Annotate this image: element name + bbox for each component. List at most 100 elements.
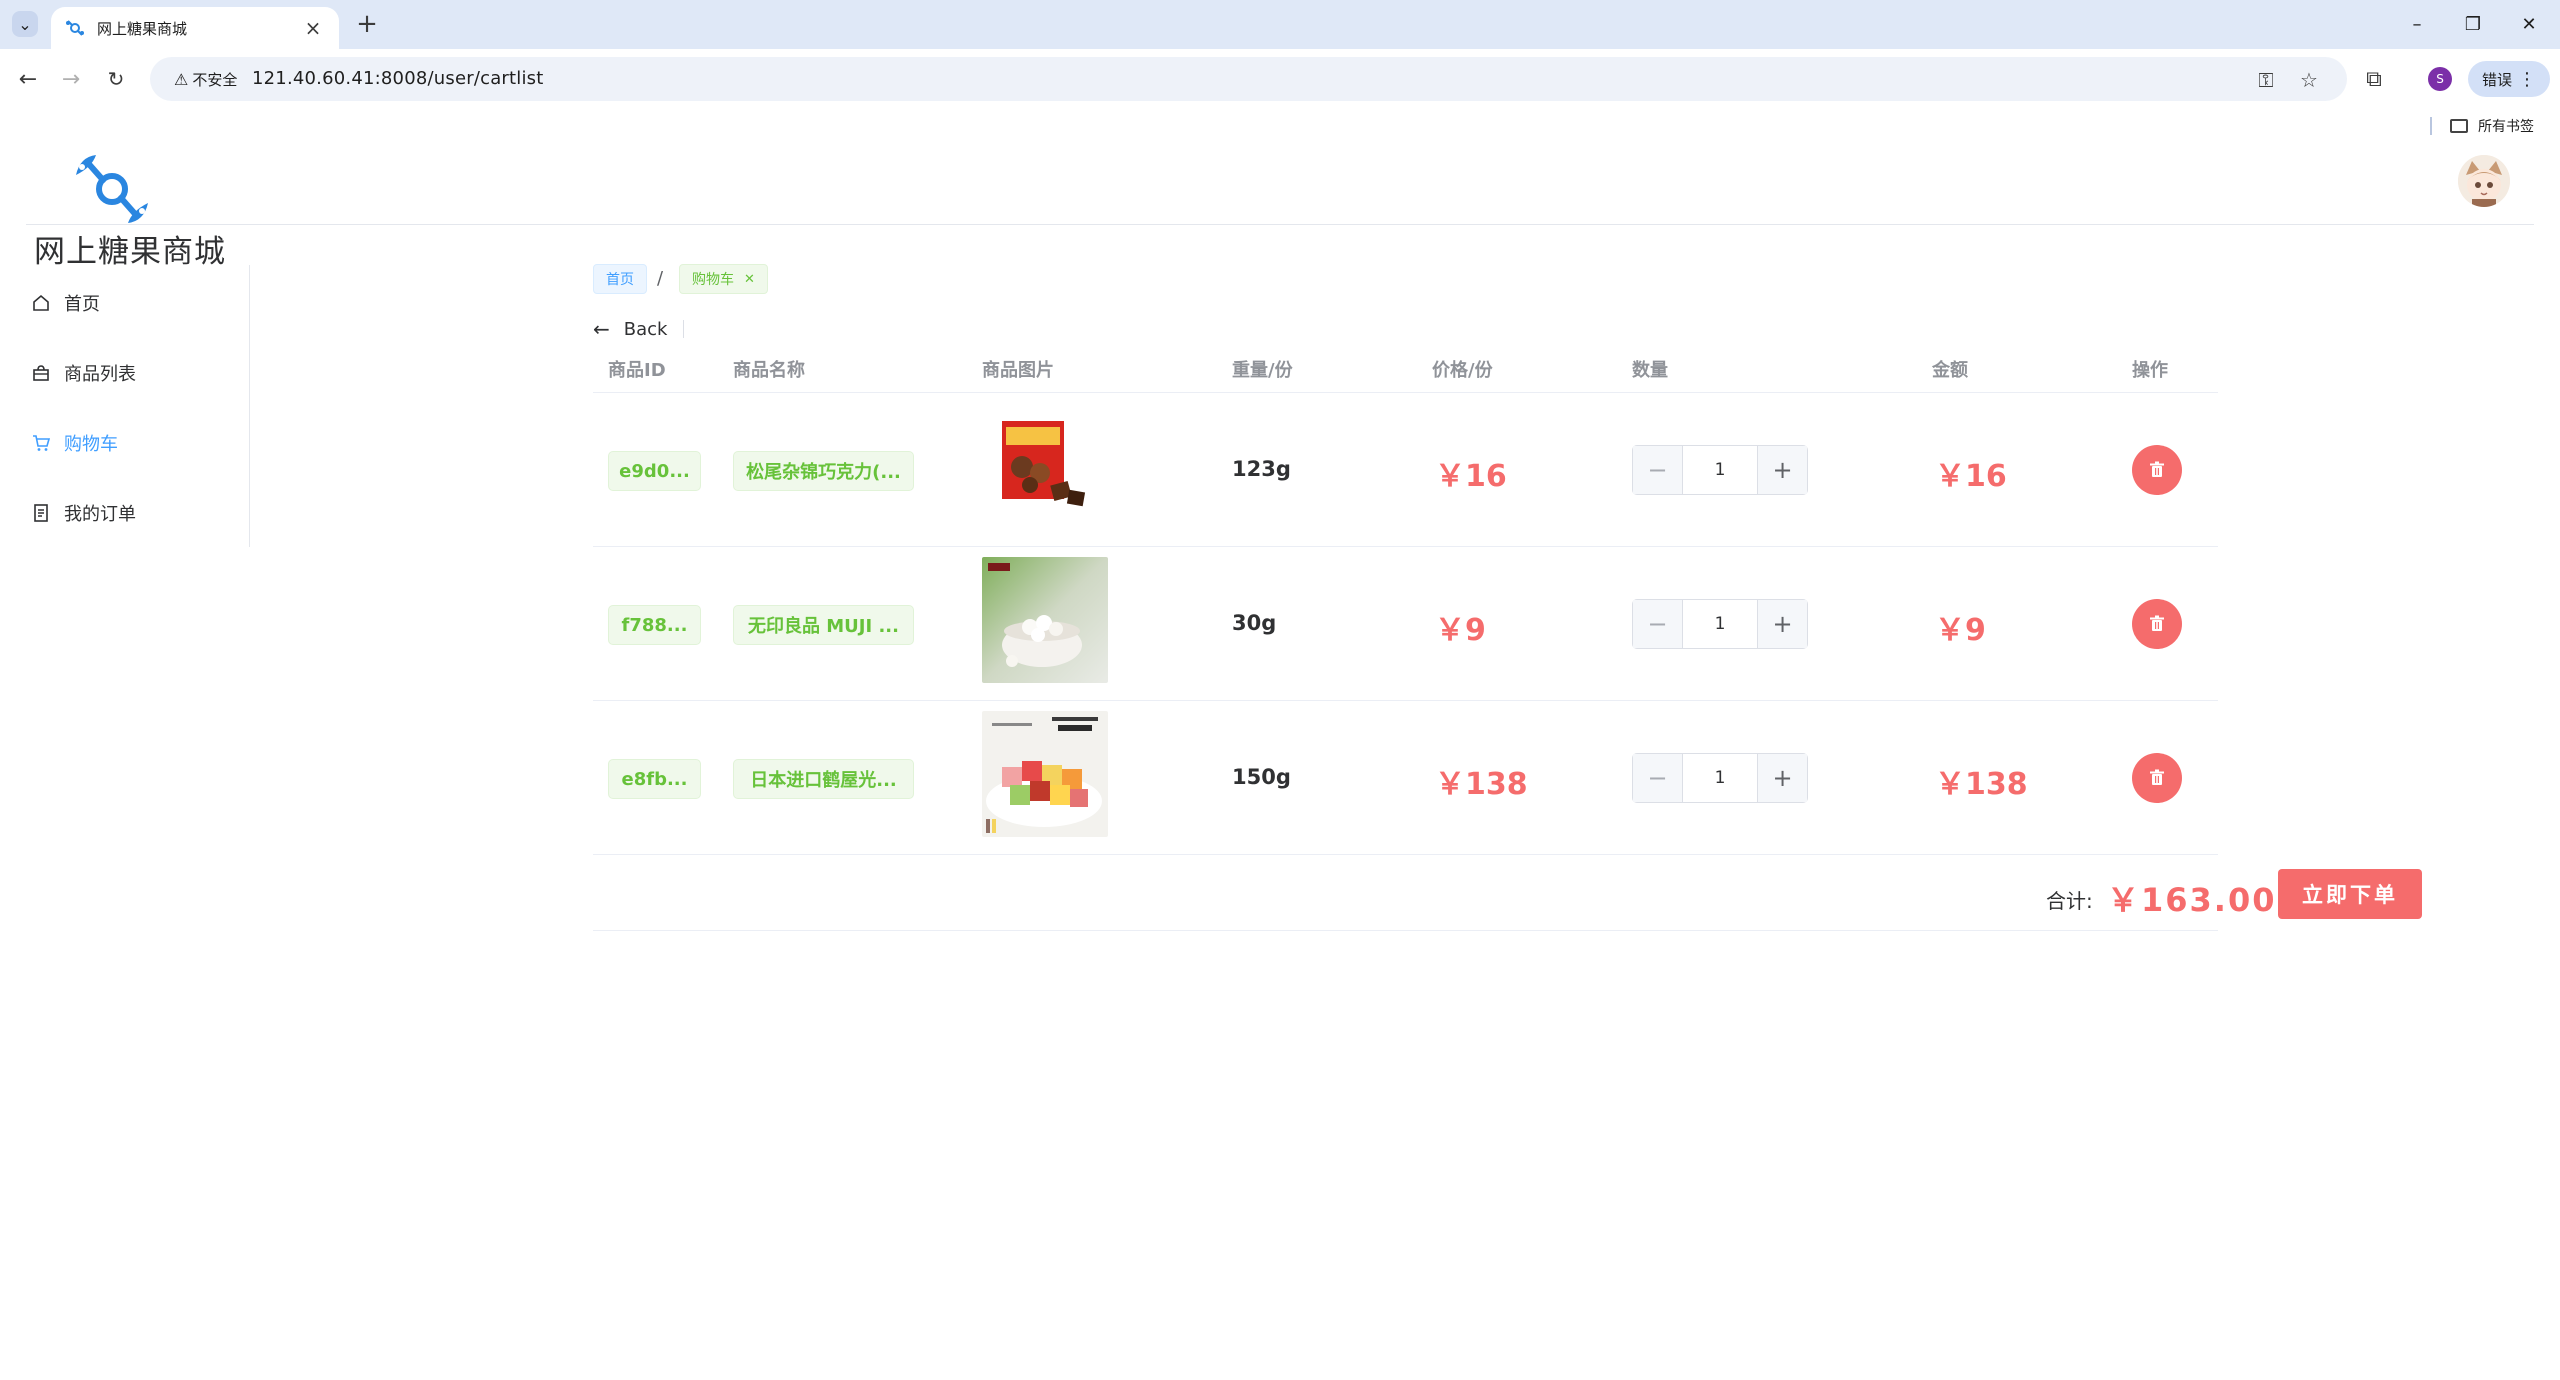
breadcrumb-home-tag[interactable]: 首页 <box>593 264 647 294</box>
tab-close-icon[interactable]: × <box>301 16 325 40</box>
delete-button[interactable] <box>2132 445 2182 495</box>
header-price: 价格/份 <box>1432 360 1493 381</box>
warning-triangle-icon: ⚠ <box>174 69 189 89</box>
cart-table: 商品ID 商品名称 商品图片 重量/份 价格/份 数量 金额 操作 e9d0..… <box>593 348 2422 931</box>
product-name-tag: 无印良品 MUJI ... <box>733 605 914 645</box>
sidebar-item-label: 我的订单 <box>64 504 136 525</box>
quantity-stepper: − 1 + <box>1632 753 1808 803</box>
header-product-name: 商品名称 <box>733 360 805 381</box>
line-amount: ￥138 <box>1935 767 2028 802</box>
bookmarks-folder-label: 所有书签 <box>2478 119 2534 135</box>
browser-tab[interactable]: 网上糖果商城 × <box>51 7 339 49</box>
product-weight: 123g <box>1232 457 1291 481</box>
error-label: 错误 <box>2481 70 2512 89</box>
product-image[interactable] <box>982 403 1108 529</box>
table-row: e9d0... 松尾杂锦巧克力(... 123g ￥16 − 1 + ￥16 <box>593 393 2218 547</box>
home-icon <box>30 292 52 314</box>
user-avatar[interactable] <box>2458 155 2510 207</box>
reload-icon[interactable]: ↻ <box>101 64 131 94</box>
url-text[interactable]: 121.40.60.41:8008/user/cartlist <box>252 68 544 89</box>
table-header: 商品ID 商品名称 商品图片 重量/份 价格/份 数量 金额 操作 <box>593 348 2218 393</box>
arrow-left-icon: ← <box>593 317 610 341</box>
shopping-bag-icon <box>30 362 52 384</box>
line-amount: ￥9 <box>1935 613 1986 648</box>
quantity-input[interactable]: 1 <box>1683 754 1757 802</box>
product-weight: 30g <box>1232 611 1277 635</box>
increase-button[interactable]: + <box>1757 600 1807 648</box>
error-menu-button[interactable]: 错误 ⋮ <box>2468 61 2550 97</box>
header-weight: 重量/份 <box>1232 360 1293 381</box>
bookmark-star-icon[interactable]: ☆ <box>2296 67 2322 93</box>
extensions-puzzle-icon[interactable]: ⧉ <box>2358 63 2390 95</box>
address-bar[interactable]: ⚠ 不安全 121.40.60.41:8008/user/cartlist ⚿ … <box>150 57 2347 101</box>
all-bookmarks-folder[interactable]: 所有书签 <box>2450 113 2534 139</box>
forward-arrow-icon[interactable]: → <box>56 64 86 94</box>
cart-icon <box>30 432 52 454</box>
product-id-tag: e8fb... <box>608 759 701 799</box>
table-row: e8fb... 日本进口鹤屋光... 150g ￥138 − 1 + ￥138 <box>593 701 2218 855</box>
header-quantity: 数量 <box>1632 360 1668 381</box>
product-price: ￥9 <box>1435 613 1486 648</box>
increase-button[interactable]: + <box>1757 754 1807 802</box>
header-amount: 金额 <box>1932 360 1968 381</box>
profile-avatar[interactable]: S <box>2428 67 2452 91</box>
security-chip[interactable]: ⚠ 不安全 <box>162 65 249 93</box>
sidebar-item-orders[interactable]: 我的订单 <box>26 485 249 541</box>
product-id-tag: e9d0... <box>608 451 701 491</box>
product-name-tag: 松尾杂锦巧克力(... <box>733 451 914 491</box>
close-tag-icon[interactable]: ✕ <box>744 272 755 287</box>
quantity-input[interactable]: 1 <box>1683 446 1757 494</box>
header-actions: 操作 <box>2132 360 2168 381</box>
sidebar-item-label: 购物车 <box>64 434 118 455</box>
security-label: 不安全 <box>192 70 238 89</box>
increase-button[interactable]: + <box>1757 446 1807 494</box>
sidebar-item-cart[interactable]: 购物车 <box>26 415 249 471</box>
product-price: ￥138 <box>1435 767 1528 802</box>
product-image[interactable] <box>982 711 1108 837</box>
restore-icon[interactable]: ❐ <box>2453 9 2493 39</box>
sidebar-item-label: 商品列表 <box>64 364 136 385</box>
tab-title: 网上糖果商城 <box>97 19 188 38</box>
breadcrumb-cart-label: 购物车 <box>692 272 734 288</box>
password-key-icon[interactable]: ⚿ <box>2253 67 2279 93</box>
sidebar-item-home[interactable]: 首页 <box>26 275 249 331</box>
back-button[interactable]: ← Back <box>593 316 667 342</box>
candy-logo-icon[interactable] <box>70 151 154 227</box>
kebab-menu-icon: ⋮ <box>2518 68 2536 90</box>
line-amount: ￥16 <box>1935 459 2007 494</box>
decrease-button[interactable]: − <box>1633 600 1683 648</box>
total-value: ￥163.00 <box>2107 881 2277 919</box>
sidebar-item-products[interactable]: 商品列表 <box>26 345 249 401</box>
delete-button[interactable] <box>2132 753 2182 803</box>
minimize-icon[interactable]: – <box>2397 9 2437 39</box>
trash-icon <box>2150 769 2164 785</box>
window-close-icon[interactable]: ✕ <box>2509 9 2549 39</box>
candy-favicon-icon <box>65 18 85 38</box>
delete-button[interactable] <box>2132 599 2182 649</box>
tab-search-chevron-icon[interactable]: ⌄ <box>12 11 38 37</box>
quantity-stepper: − 1 + <box>1632 445 1808 495</box>
folder-icon <box>2450 119 2468 133</box>
browser-tab-bar: ⌄ 网上糖果商城 × + – ❐ ✕ <box>0 0 2560 49</box>
product-price: ￥16 <box>1435 459 1507 494</box>
sidebar-item-label: 首页 <box>64 294 100 315</box>
back-arrow-icon[interactable]: ← <box>13 64 43 94</box>
decrease-button[interactable]: − <box>1633 754 1683 802</box>
product-id-tag: f788... <box>608 605 701 645</box>
product-image[interactable] <box>982 557 1108 683</box>
browser-toolbar: ← → ↻ ⚠ 不安全 121.40.60.41:8008/user/cartl… <box>0 49 2560 109</box>
decrease-button[interactable]: − <box>1633 446 1683 494</box>
bookmarks-separator <box>2430 117 2432 135</box>
new-tab-plus-icon[interactable]: + <box>353 9 381 39</box>
quantity-stepper: − 1 + <box>1632 599 1808 649</box>
quantity-input[interactable]: 1 <box>1683 600 1757 648</box>
bookmarks-bar: 所有书签 <box>0 109 2560 143</box>
cart-summary: 合计: ￥163.00 立即下单 <box>593 855 2422 931</box>
app-header <box>26 143 2534 225</box>
place-order-button[interactable]: 立即下单 <box>2278 869 2422 919</box>
back-label: Back <box>623 318 668 340</box>
trash-icon <box>2150 615 2164 631</box>
breadcrumb-separator: / <box>657 268 664 289</box>
breadcrumb-cart-tag[interactable]: 购物车 ✕ <box>679 264 768 294</box>
sidebar-menu: 首页 商品列表 购物车 我的订单 <box>26 265 250 547</box>
